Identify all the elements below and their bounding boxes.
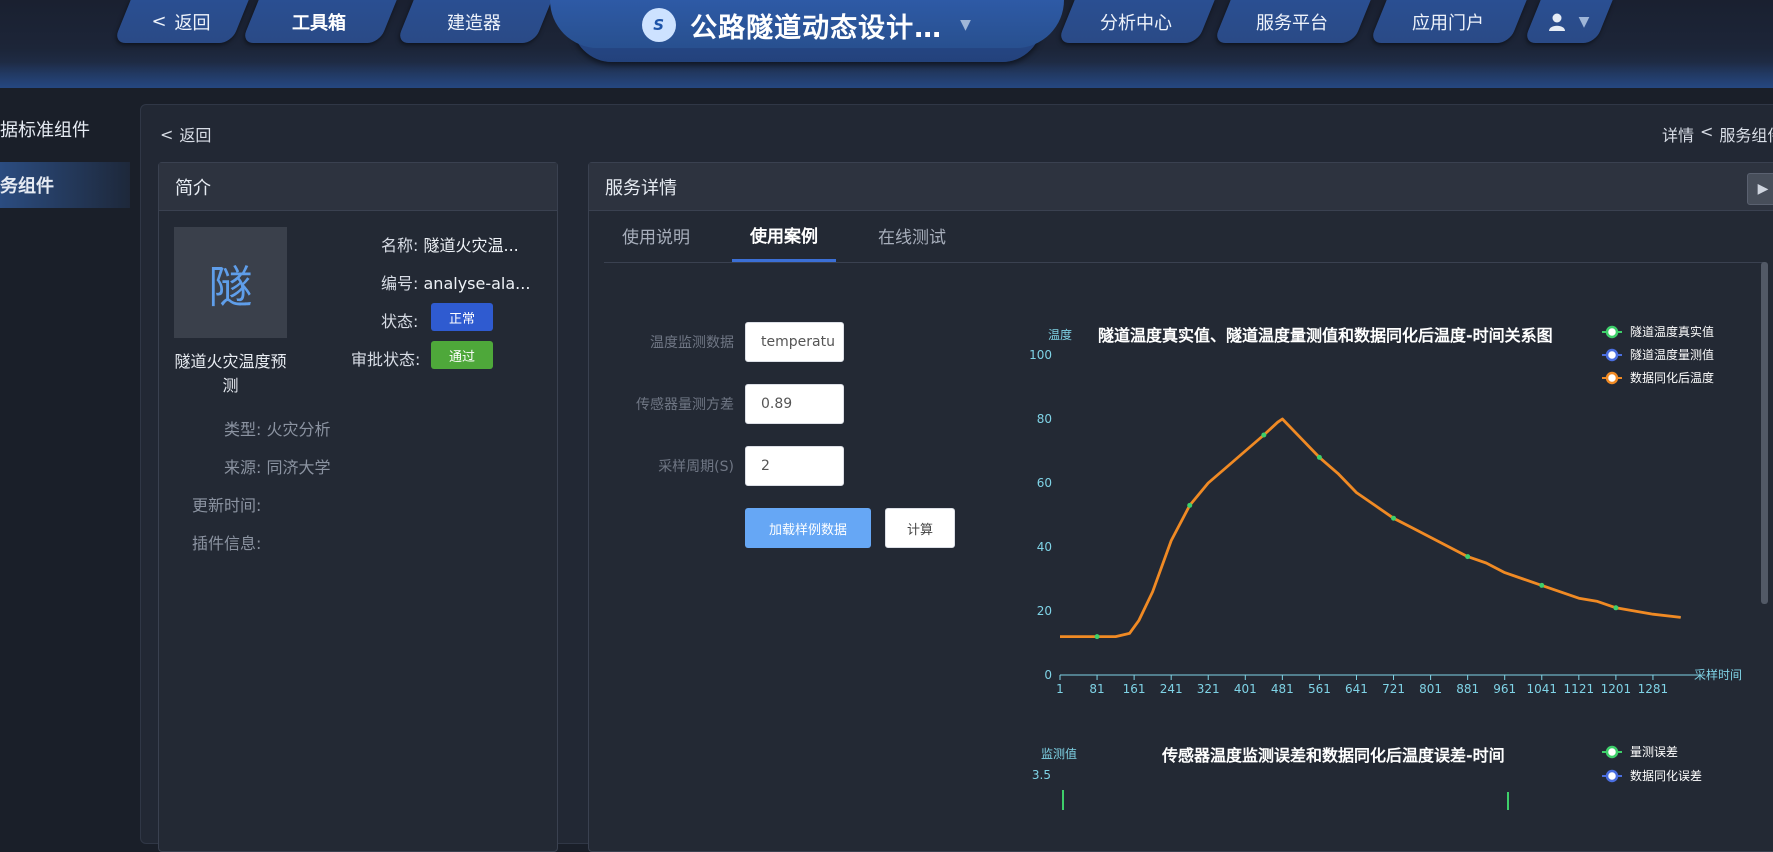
status-label: 状态:: [381, 312, 419, 331]
name-value: 隧道火灾温...: [423, 236, 519, 255]
nav-back-label: 返回: [174, 12, 211, 34]
intro-panel-header: 简介: [159, 163, 557, 211]
chevron-left-icon: <: [151, 11, 167, 32]
temp-data-input[interactable]: temperatu: [745, 322, 844, 362]
sidebar-item-label: 据标准组件: [0, 120, 90, 141]
approval-badge: 通过: [431, 341, 493, 369]
nav-back-button[interactable]: < 返回: [113, 0, 249, 43]
detail-tabs: 使用说明 使用案例 在线测试: [604, 210, 1764, 263]
period-label: 采样周期(S): [658, 459, 734, 475]
approval-label: 审批状态:: [351, 350, 421, 369]
app-logo-icon: S: [642, 8, 677, 42]
breadcrumb: 详情 < 服务组件: [1662, 122, 1773, 146]
source-field: 来源: 同济大学: [224, 454, 331, 478]
nav-tab-analysis-label: 分析中心: [1100, 12, 1172, 34]
nav-tab-builder-label: 建造器: [447, 12, 501, 34]
type-value: 火灾分析: [266, 420, 331, 439]
breadcrumb-separator: <: [1700, 122, 1714, 141]
nav-tab-portal-label: 应用门户: [1412, 12, 1484, 34]
nav-tab-toolbox-label: 工具箱: [292, 12, 346, 34]
nav-tab-portal[interactable]: 应用门户: [1369, 0, 1527, 43]
play-icon[interactable]: ▶: [1747, 173, 1773, 205]
variance-label: 传感器量测方差: [636, 397, 734, 413]
tab-online-test[interactable]: 在线测试: [860, 210, 964, 260]
type-label: 类型:: [224, 420, 262, 439]
update-time-label: 更新时间:: [192, 496, 262, 515]
code-field: 编号: analyse-ala...: [381, 270, 530, 294]
top-nav-glow: [0, 62, 1773, 88]
name-field: 名称: 隧道火灾温...: [381, 232, 519, 256]
nav-tab-builder[interactable]: 建造器: [396, 0, 552, 43]
detail-panel: 服务详情: [588, 162, 1773, 852]
page-back-link[interactable]: < 返回: [160, 122, 211, 146]
caret-down-icon: ▼: [1578, 13, 1590, 30]
chevron-left-icon: <: [160, 124, 174, 144]
sidebar-item-service-components[interactable]: 务组件: [0, 162, 130, 208]
sidebar-item-data-standard[interactable]: 据标准组件: [0, 106, 130, 152]
app-title-dropdown[interactable]: S 公路隧道动态设计… ▼: [550, 0, 1064, 62]
tab-usage-example[interactable]: 使用案例: [732, 210, 836, 262]
user-icon: [1548, 13, 1565, 31]
source-value: 同济大学: [266, 458, 331, 477]
tab-usage-instructions[interactable]: 使用说明: [604, 210, 708, 260]
nav-tab-analysis[interactable]: 分析中心: [1057, 0, 1215, 43]
sidebar-item-label: 务组件: [0, 176, 54, 197]
period-input[interactable]: 2: [745, 446, 844, 486]
detail-scrollbar[interactable]: [1761, 262, 1768, 604]
approval-field: 审批状态:: [351, 346, 420, 370]
update-time-field: 更新时间:: [192, 492, 261, 516]
plugin-info-field: 插件信息:: [192, 530, 261, 554]
nav-tab-service-label: 服务平台: [1256, 12, 1328, 34]
variance-input[interactable]: 0.89: [745, 384, 844, 424]
plugin-info-label: 插件信息:: [192, 534, 262, 553]
temp-data-label: 温度监测数据: [650, 335, 734, 351]
caret-down-icon: ▼: [960, 17, 972, 33]
app-title: 公路隧道动态设计…: [690, 12, 943, 44]
service-avatar: 隧: [174, 227, 287, 338]
name-label: 名称:: [381, 236, 419, 255]
status-badge: 正常: [431, 303, 493, 331]
code-label: 编号:: [381, 274, 419, 293]
nav-tab-toolbox[interactable]: 工具箱: [241, 0, 397, 43]
calculate-button[interactable]: 计算: [885, 508, 955, 548]
breadcrumb-current: 详情: [1662, 126, 1695, 145]
nav-tab-service[interactable]: 服务平台: [1213, 0, 1371, 43]
source-label: 来源:: [224, 458, 262, 477]
page-back-label: 返回: [179, 126, 212, 145]
service-title: 隧道火灾温度预测: [174, 352, 287, 395]
type-field: 类型: 火灾分析: [224, 416, 331, 440]
detail-panel-header: 服务详情: [589, 163, 1773, 211]
code-value: analyse-ala...: [423, 274, 531, 293]
user-menu-button[interactable]: ▼: [1523, 0, 1613, 43]
breadcrumb-parent[interactable]: 服务组件: [1719, 122, 1773, 146]
load-sample-button[interactable]: 加载样例数据: [745, 508, 871, 548]
status-field: 状态:: [381, 308, 418, 332]
